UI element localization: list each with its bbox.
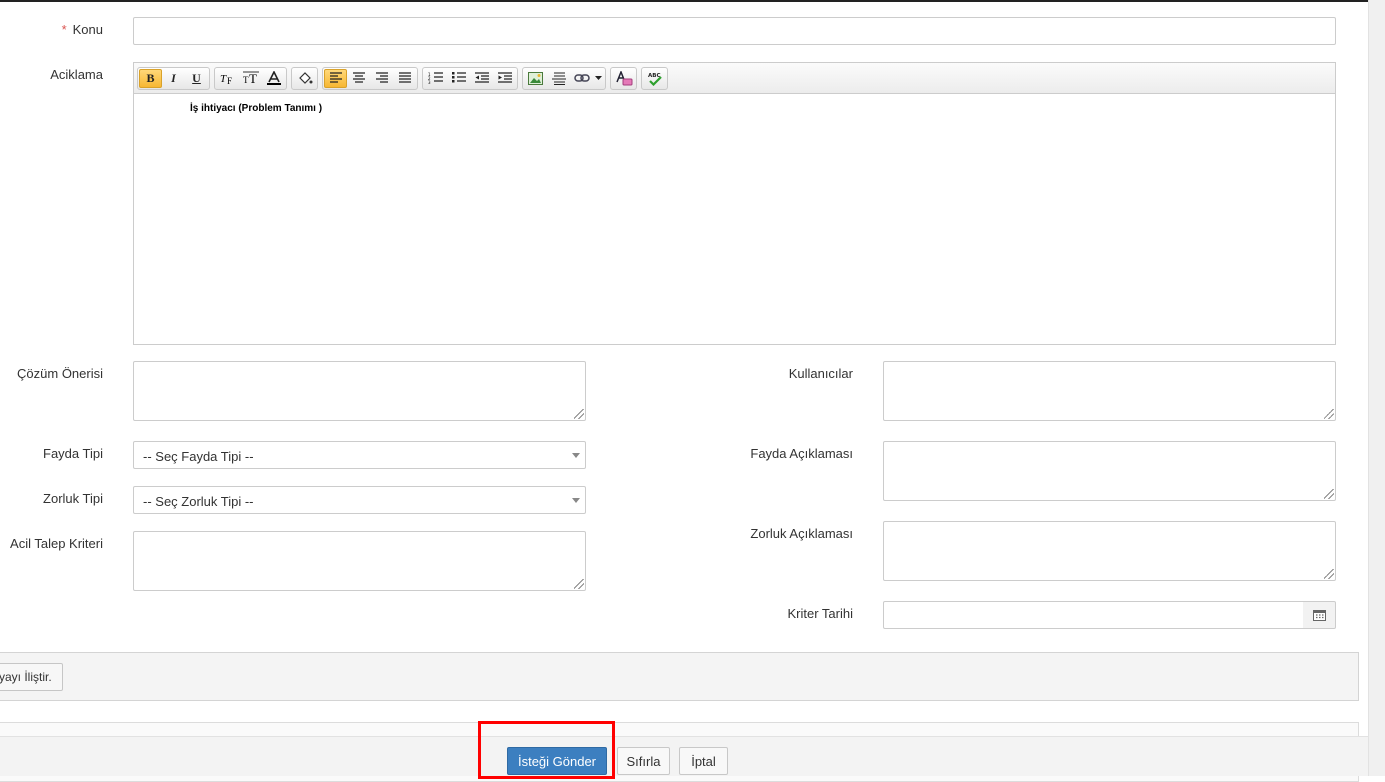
calendar-button[interactable] xyxy=(1303,601,1336,629)
required-mark: * xyxy=(61,22,67,37)
format-group xyxy=(610,66,637,90)
resize-grip-icon[interactable] xyxy=(1324,569,1334,579)
acil-talep-textarea[interactable] xyxy=(133,531,586,591)
indent-icon[interactable] xyxy=(493,69,516,88)
ordered-list-icon[interactable]: 123 xyxy=(424,69,447,88)
kriter-tarihi-label: Kriter Tarihi xyxy=(787,606,853,621)
paint-bucket-icon[interactable] xyxy=(293,69,316,88)
fayda-aciklamasi-textarea[interactable] xyxy=(883,441,1336,501)
top-border xyxy=(0,0,1368,2)
reset-button[interactable]: Sıfırla xyxy=(617,747,670,775)
rich-text-editor[interactable]: B I U TF TT 1 2 3 ABC İş ihtiyacı (Probl… xyxy=(133,62,1336,345)
resize-grip-icon[interactable] xyxy=(1324,409,1334,419)
resize-grip-icon[interactable] xyxy=(574,409,584,419)
insert-group xyxy=(522,66,606,90)
acil-talep-label: Acil Talep Kriteri xyxy=(10,536,103,551)
konu-input[interactable] xyxy=(133,17,1336,45)
editor-content[interactable]: İş ihtiyacı (Problem Tanımı ) xyxy=(134,94,1335,114)
kullanicilar-textarea[interactable] xyxy=(883,361,1336,421)
bold-icon[interactable]: B xyxy=(139,68,162,88)
svg-text:T: T xyxy=(249,71,257,85)
outdent-icon[interactable] xyxy=(470,69,493,88)
font-color-icon[interactable] xyxy=(262,69,285,88)
chevron-down-icon xyxy=(572,453,580,458)
resize-grip-icon[interactable] xyxy=(574,579,584,589)
list-group: 123 xyxy=(422,66,518,90)
zorluk-tipi-select[interactable]: -- Seç Zorluk Tipi -- xyxy=(133,486,586,514)
cancel-button[interactable]: İptal xyxy=(679,747,728,775)
svg-text:F: F xyxy=(227,76,232,85)
resize-grip-icon[interactable] xyxy=(1324,489,1334,499)
highlight-box xyxy=(478,721,615,779)
align-justify-icon[interactable] xyxy=(393,69,416,88)
horizontal-rule-icon[interactable] xyxy=(547,69,570,88)
editor-toolbar: B I U TF TT 1 2 3 ABC xyxy=(134,63,1335,94)
zorluk-aciklamasi-textarea[interactable] xyxy=(883,521,1336,581)
align-left-icon[interactable] xyxy=(324,68,347,88)
underline-icon[interactable]: U xyxy=(185,69,208,88)
text-style-group: B I U xyxy=(137,66,210,90)
spellcheck-icon[interactable]: ABC xyxy=(643,69,666,88)
fayda-tipi-select[interactable]: -- Seç Fayda Tipi -- xyxy=(133,441,586,469)
fayda-aciklamasi-label: Fayda Açıklaması xyxy=(750,446,853,461)
fayda-tipi-label: Fayda Tipi xyxy=(43,446,103,461)
svg-text:T: T xyxy=(220,73,227,85)
align-right-icon[interactable] xyxy=(370,69,393,88)
font-size-icon[interactable]: TT xyxy=(239,69,262,88)
image-icon[interactable] xyxy=(524,69,547,88)
chevron-down-icon xyxy=(572,498,580,503)
zorluk-tipi-value: -- Seç Zorluk Tipi -- xyxy=(143,494,254,509)
vertical-scrollbar[interactable] xyxy=(1368,0,1385,776)
cozum-textarea[interactable] xyxy=(133,361,586,421)
attachment-panel xyxy=(0,652,1359,701)
aciklama-label: Aciklama xyxy=(50,67,103,82)
align-center-icon[interactable] xyxy=(347,69,370,88)
link-icon[interactable] xyxy=(570,69,593,88)
italic-icon[interactable]: I xyxy=(162,69,185,88)
zorluk-aciklamasi-label: Zorluk Açıklaması xyxy=(750,526,853,541)
calendar-icon xyxy=(1312,610,1326,621)
attach-file-button[interactable]: yayı İliştir. xyxy=(0,663,63,691)
font-group: TF TT xyxy=(214,66,287,90)
kullanicilar-label: Kullanıcılar xyxy=(788,366,853,381)
dropdown-icon[interactable] xyxy=(593,69,604,88)
align-group xyxy=(322,66,418,90)
fayda-tipi-value: -- Seç Fayda Tipi -- xyxy=(143,449,254,464)
konu-label: * Konu xyxy=(61,22,103,37)
cozum-label: Çözüm Önerisi xyxy=(17,366,103,381)
zorluk-tipi-label: Zorluk Tipi xyxy=(43,491,103,506)
font-family-icon[interactable]: TF xyxy=(216,69,239,88)
fill-group xyxy=(291,66,318,90)
unordered-list-icon[interactable] xyxy=(447,69,470,88)
format-text-icon[interactable] xyxy=(612,69,635,88)
svg-text:3: 3 xyxy=(428,80,431,84)
spellcheck-group: ABC xyxy=(641,66,668,90)
kriter-tarihi-input[interactable] xyxy=(883,601,1304,629)
